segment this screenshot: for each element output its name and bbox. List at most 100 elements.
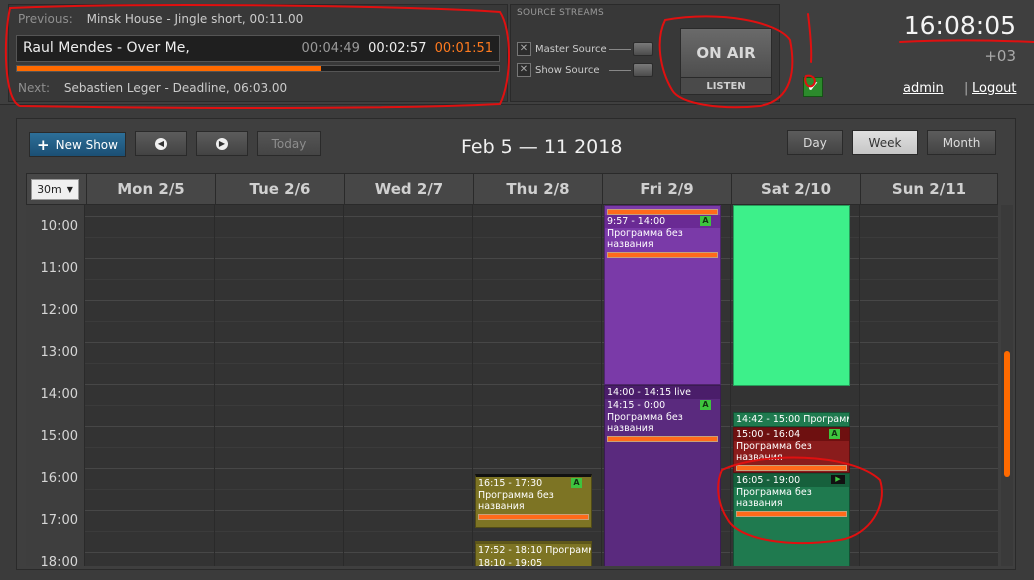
show-event-time: 14:00 - 14:15 live [605,386,720,399]
show-progress-bar [736,511,847,517]
show-event-title: Программа без названия [478,490,554,512]
autoplay-badge: A [829,429,840,439]
day-header-row: 30m ▼ Mon 2/5 Tue 2/6 Wed 2/7 Thu 2/8 Fr… [26,173,998,205]
master-source-connector [609,48,631,50]
show-event-title: Программа без названия [736,487,812,509]
source-streams-title: SOURCE STREAMS [517,8,605,18]
month-view-button[interactable]: Month [927,130,996,155]
hour-line [26,342,998,343]
show-event-subtime: 18:10 - 19:05 [476,557,591,566]
interval-select[interactable]: 30m ▼ [31,179,79,200]
new-show-label: New Show [55,137,118,152]
time-grid[interactable]: 10:00 11:00 12:00 13:00 14:00 15:00 16:0… [26,205,998,566]
logout-link[interactable]: Logout [972,81,1017,96]
previous-week-button[interactable]: ◀ [135,131,187,156]
day-column-divider [214,205,215,566]
chevron-left-icon: ◀ [155,137,167,150]
hour-line [26,300,998,301]
listen-button[interactable]: LISTEN [681,77,771,94]
show-sub-time-range: 14:15 - 0:00 [607,400,666,411]
day-column-divider [859,205,860,566]
hour-line [26,468,998,469]
hour-label: 14:00 [40,387,78,402]
time-duration: 00:02:57 [368,41,427,56]
show-event[interactable]: 17:52 - 18:10 Программа 18:10 - 19:05 [475,541,592,566]
next-week-button[interactable]: ▶ [196,131,248,156]
show-event[interactable]: 16:15 - 17:30 A Программа без названия [475,474,592,528]
hour-label: 15:00 [40,429,78,444]
show-time-range: 17:52 - 18:10 Программа [478,545,592,556]
interval-value: 30m [37,183,62,196]
hour-line [26,216,998,217]
hour-line [26,426,998,427]
timezone-offset: +03 [984,47,1016,65]
day-view-button[interactable]: Day [787,130,843,155]
half-hour-line [26,447,998,448]
caret-down-icon: ▼ [66,185,73,194]
link-separator: | [964,81,969,96]
day-header-fri[interactable]: Fri 2/9 [602,174,731,204]
show-event[interactable] [733,205,850,386]
show-sub-time-range: 18:10 - 19:05 [478,558,543,566]
play-icon: ▶ [831,475,845,484]
new-show-button[interactable]: + New Show [29,132,126,157]
day-header-thu[interactable]: Thu 2/8 [473,174,602,204]
show-event-time: 16:15 - 17:30 A [476,477,591,490]
show-source-kick-button[interactable]: ✕ [517,63,531,77]
day-header-mon[interactable]: Mon 2/5 [86,174,215,204]
day-header-sat[interactable]: Sat 2/10 [731,174,860,204]
today-button[interactable]: Today [257,131,321,156]
time-gutter: 10:00 11:00 12:00 13:00 14:00 15:00 16:0… [26,205,85,566]
next-track: Sebastien Leger - Deadline, 06:03.00 [63,81,288,95]
half-hour-line [26,279,998,280]
station-clock: 16:08:05 [903,11,1016,40]
master-source-label: Master Source [535,43,607,55]
half-hour-line [26,321,998,322]
half-hour-line [26,237,998,238]
master-source-kick-button[interactable]: ✕ [517,42,531,56]
show-progress-bar [736,465,847,471]
show-time-range: 16:05 - 19:00 [736,475,801,486]
hour-label: 13:00 [40,345,78,360]
show-time-range: 15:00 - 16:04 [736,429,801,440]
chevron-right-icon: ▶ [216,137,228,150]
hour-label: 17:00 [40,513,78,528]
track-times: 00:04:49 00:02:57 00:01:51 [302,41,493,56]
show-time-range: 9:57 - 14:00 [607,216,666,227]
show-event[interactable]: 15:00 - 16:04 A Программа без названия [733,427,850,473]
show-event-title: Программа без названия [736,441,812,463]
time-elapsed: 00:04:49 [301,41,360,56]
time-remaining: 00:01:51 [434,41,493,56]
calendar-scrollbar[interactable] [1001,205,1013,566]
day-header-sun[interactable]: Sun 2/11 [860,174,997,204]
scrollbar-thumb[interactable] [1004,351,1010,477]
admin-link[interactable]: admin [903,81,944,96]
show-progress-bar [607,436,718,442]
hour-label: 11:00 [40,261,78,276]
top-bar: Previous: Minsk House - Jingle short, 00… [0,0,1034,105]
check-icon[interactable]: ✔ [803,77,823,97]
master-source-toggle[interactable] [633,42,653,56]
show-event[interactable]: 14:00 - 14:15 live 14:15 - 0:00 A Програ… [604,385,721,566]
next-track-line: Next: Sebastien Leger - Deadline, 06:03.… [18,81,287,95]
show-source-toggle[interactable] [633,63,653,77]
show-event-current[interactable]: 16:05 - 19:00 ▶ Программа без названия [733,473,850,566]
autoplay-badge: A [700,400,711,410]
hour-line [26,384,998,385]
show-source-label: Show Source [535,64,600,76]
show-event[interactable]: 14:42 - 15:00 Программа [733,412,850,427]
show-time-range: 16:15 - 17:30 [478,478,543,489]
show-event-time: 15:00 - 16:04 A [734,428,849,441]
day-header-wed[interactable]: Wed 2/7 [344,174,473,204]
day-column-divider [730,205,731,566]
show-event-title: Программа без названия [607,228,683,250]
hour-label: 18:00 [40,555,78,566]
week-view-button[interactable]: Week [852,130,918,155]
show-time-range: 14:42 - 15:00 Программа [736,414,850,425]
day-column-divider [601,205,602,566]
hour-label: 12:00 [40,303,78,318]
show-event[interactable]: 9:57 - 14:00 A Программа без названия [604,205,721,385]
day-header-tue[interactable]: Tue 2/6 [215,174,344,204]
current-track: Raul Mendes - Over Me, [23,40,190,56]
hour-label: 10:00 [40,219,78,234]
